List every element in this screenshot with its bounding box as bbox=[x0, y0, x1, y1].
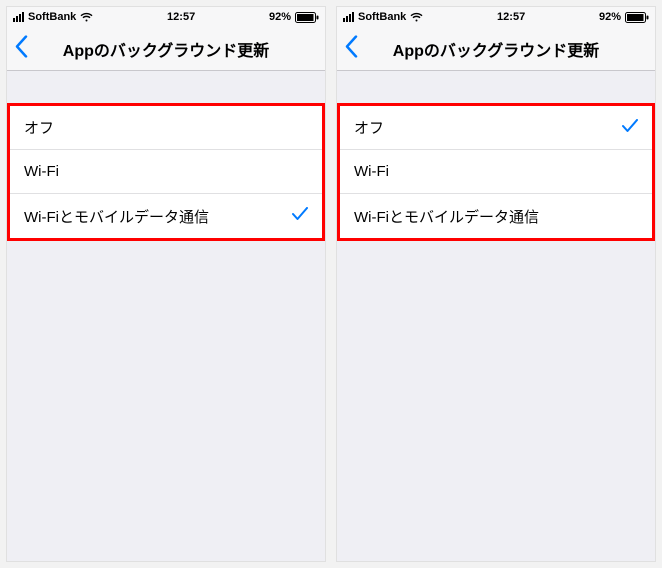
option-off[interactable]: オフ bbox=[340, 106, 652, 150]
content-area: オフ Wi-Fi Wi-Fiとモバイルデータ通信 bbox=[7, 71, 325, 561]
option-label: Wi-Fiとモバイルデータ通信 bbox=[24, 206, 209, 227]
option-wifi[interactable]: Wi-Fi bbox=[340, 150, 652, 194]
option-wifi-mobile[interactable]: Wi-Fiとモバイルデータ通信 bbox=[340, 194, 652, 238]
wifi-icon bbox=[80, 12, 93, 22]
status-bar: SoftBank 12:57 92% bbox=[7, 7, 325, 27]
page-title: Appのバックグラウンド更新 bbox=[7, 37, 325, 61]
chevron-left-icon bbox=[15, 35, 28, 57]
back-button[interactable] bbox=[345, 35, 358, 62]
option-label: Wi-Fi bbox=[354, 163, 389, 180]
options-group: オフ Wi-Fi Wi-Fiとモバイルデータ通信 bbox=[337, 103, 655, 241]
clock: 12:57 bbox=[167, 11, 195, 23]
battery-percent: 92% bbox=[269, 11, 291, 23]
status-bar: SoftBank 12:57 92% bbox=[337, 7, 655, 27]
navigation-bar: Appのバックグラウンド更新 bbox=[337, 27, 655, 71]
option-label: Wi-Fi bbox=[24, 163, 59, 180]
battery-percent: 92% bbox=[599, 11, 621, 23]
option-wifi[interactable]: Wi-Fi bbox=[10, 150, 322, 194]
page-title: Appのバックグラウンド更新 bbox=[337, 37, 655, 61]
option-wifi-mobile[interactable]: Wi-Fiとモバイルデータ通信 bbox=[10, 194, 322, 238]
cellular-signal-icon bbox=[13, 12, 24, 22]
battery-icon bbox=[295, 12, 319, 23]
back-button[interactable] bbox=[15, 35, 28, 62]
checkmark-icon bbox=[292, 207, 308, 225]
options-group: オフ Wi-Fi Wi-Fiとモバイルデータ通信 bbox=[7, 103, 325, 241]
cellular-signal-icon bbox=[343, 12, 354, 22]
option-off[interactable]: オフ bbox=[10, 106, 322, 150]
checkmark-icon bbox=[622, 119, 638, 137]
chevron-left-icon bbox=[345, 35, 358, 57]
phone-screen: SoftBank 12:57 92% Appのバックグラウンド更新 オフ Wi-… bbox=[6, 6, 326, 562]
option-label: オフ bbox=[24, 117, 54, 138]
clock: 12:57 bbox=[497, 11, 525, 23]
option-label: Wi-Fiとモバイルデータ通信 bbox=[354, 206, 539, 227]
phone-screen: SoftBank 12:57 92% Appのバックグラウンド更新 オフ Wi-… bbox=[336, 6, 656, 562]
wifi-icon bbox=[410, 12, 423, 22]
option-label: オフ bbox=[354, 117, 384, 138]
battery-icon bbox=[625, 12, 649, 23]
navigation-bar: Appのバックグラウンド更新 bbox=[7, 27, 325, 71]
content-area: オフ Wi-Fi Wi-Fiとモバイルデータ通信 bbox=[337, 71, 655, 561]
carrier-label: SoftBank bbox=[28, 11, 76, 23]
carrier-label: SoftBank bbox=[358, 11, 406, 23]
